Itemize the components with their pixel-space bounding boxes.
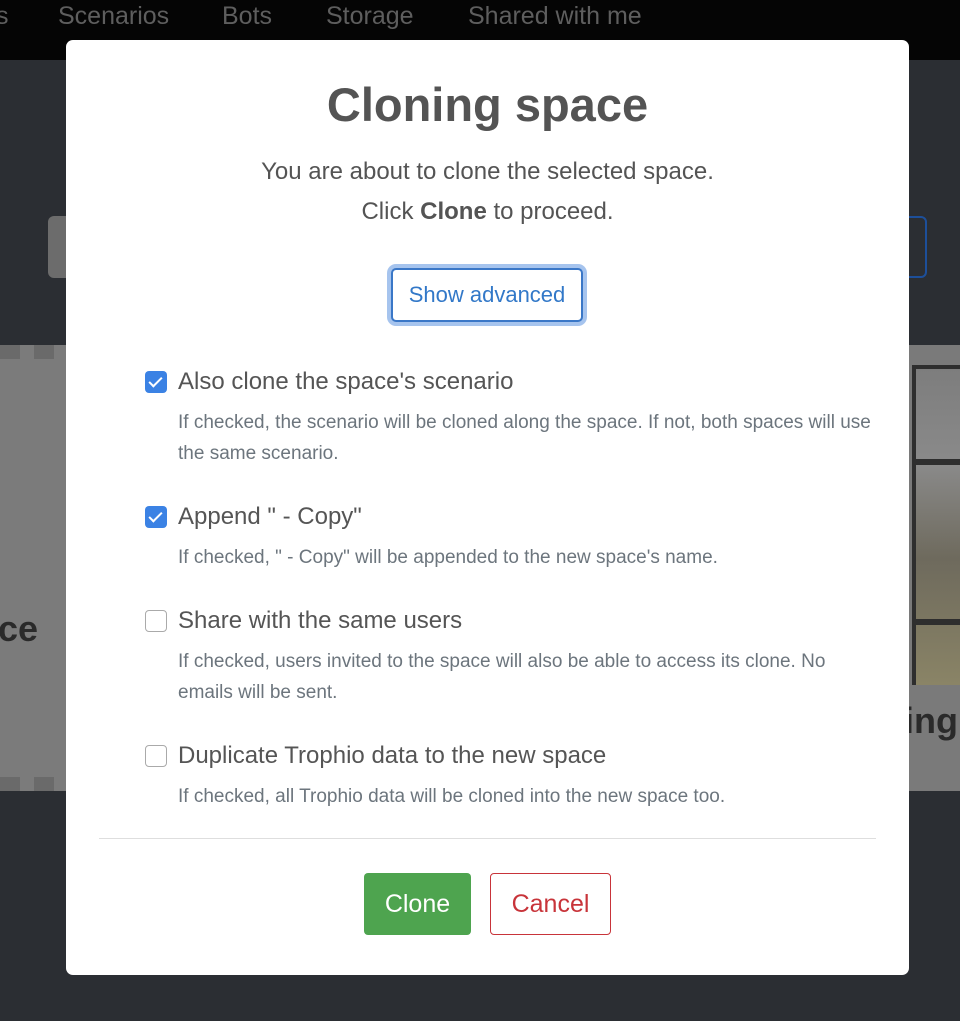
background-card-right-title: ing (904, 700, 958, 741)
intro-suffix: to proceed. (486, 198, 614, 225)
option-help-text: If checked, " - Copy" will be appended t… (178, 547, 718, 568)
nav-item-truncated[interactable]: s (0, 2, 9, 31)
dialog-intro-line2: Click Clone to proceed. (66, 198, 909, 227)
clone-space-dialog: Cloning space You are about to clone the… (66, 40, 909, 975)
cancel-button[interactable]: Cancel (490, 873, 611, 935)
intro-bold-clone: Clone (420, 198, 487, 225)
nav-item-storage[interactable]: Storage (326, 2, 414, 31)
nav-item-scenarios[interactable]: Scenarios (58, 2, 169, 31)
dialog-divider (99, 838, 876, 839)
option-label[interactable]: Append " - Copy" (178, 501, 362, 533)
option-label[interactable]: Share with the same users (178, 605, 462, 637)
show-advanced-button[interactable]: Show advanced (391, 268, 583, 322)
checkbox-duplicate-trophio[interactable] (145, 745, 167, 767)
dialog-intro-line1: You are about to clone the selected spac… (261, 158, 714, 185)
dialog-title-wrap: Cloning space (66, 78, 909, 132)
option-help-text: If checked, users invited to the space w… (178, 651, 826, 703)
option-label[interactable]: Duplicate Trophio data to the new space (178, 740, 606, 772)
option-label[interactable]: Also clone the space's scenario (178, 366, 513, 398)
checkbox-append-copy[interactable] (145, 506, 167, 528)
option-help-text: If checked, all Trophio data will be clo… (178, 786, 726, 807)
option-help-text: If checked, the scenario will be cloned … (178, 412, 871, 464)
checkbox-share-users[interactable] (145, 610, 167, 632)
dialog-title: Cloning space (326, 78, 649, 131)
checkbox-clone-scenario[interactable] (145, 371, 167, 393)
background-card-image (912, 365, 960, 685)
clone-button[interactable]: Clone (364, 873, 471, 935)
nav-item-bots[interactable]: Bots (222, 2, 272, 31)
intro-prefix: Click (361, 198, 421, 225)
nav-item-shared-with-me[interactable]: Shared with me (468, 2, 642, 31)
background-card-left-title: ce (0, 608, 39, 649)
